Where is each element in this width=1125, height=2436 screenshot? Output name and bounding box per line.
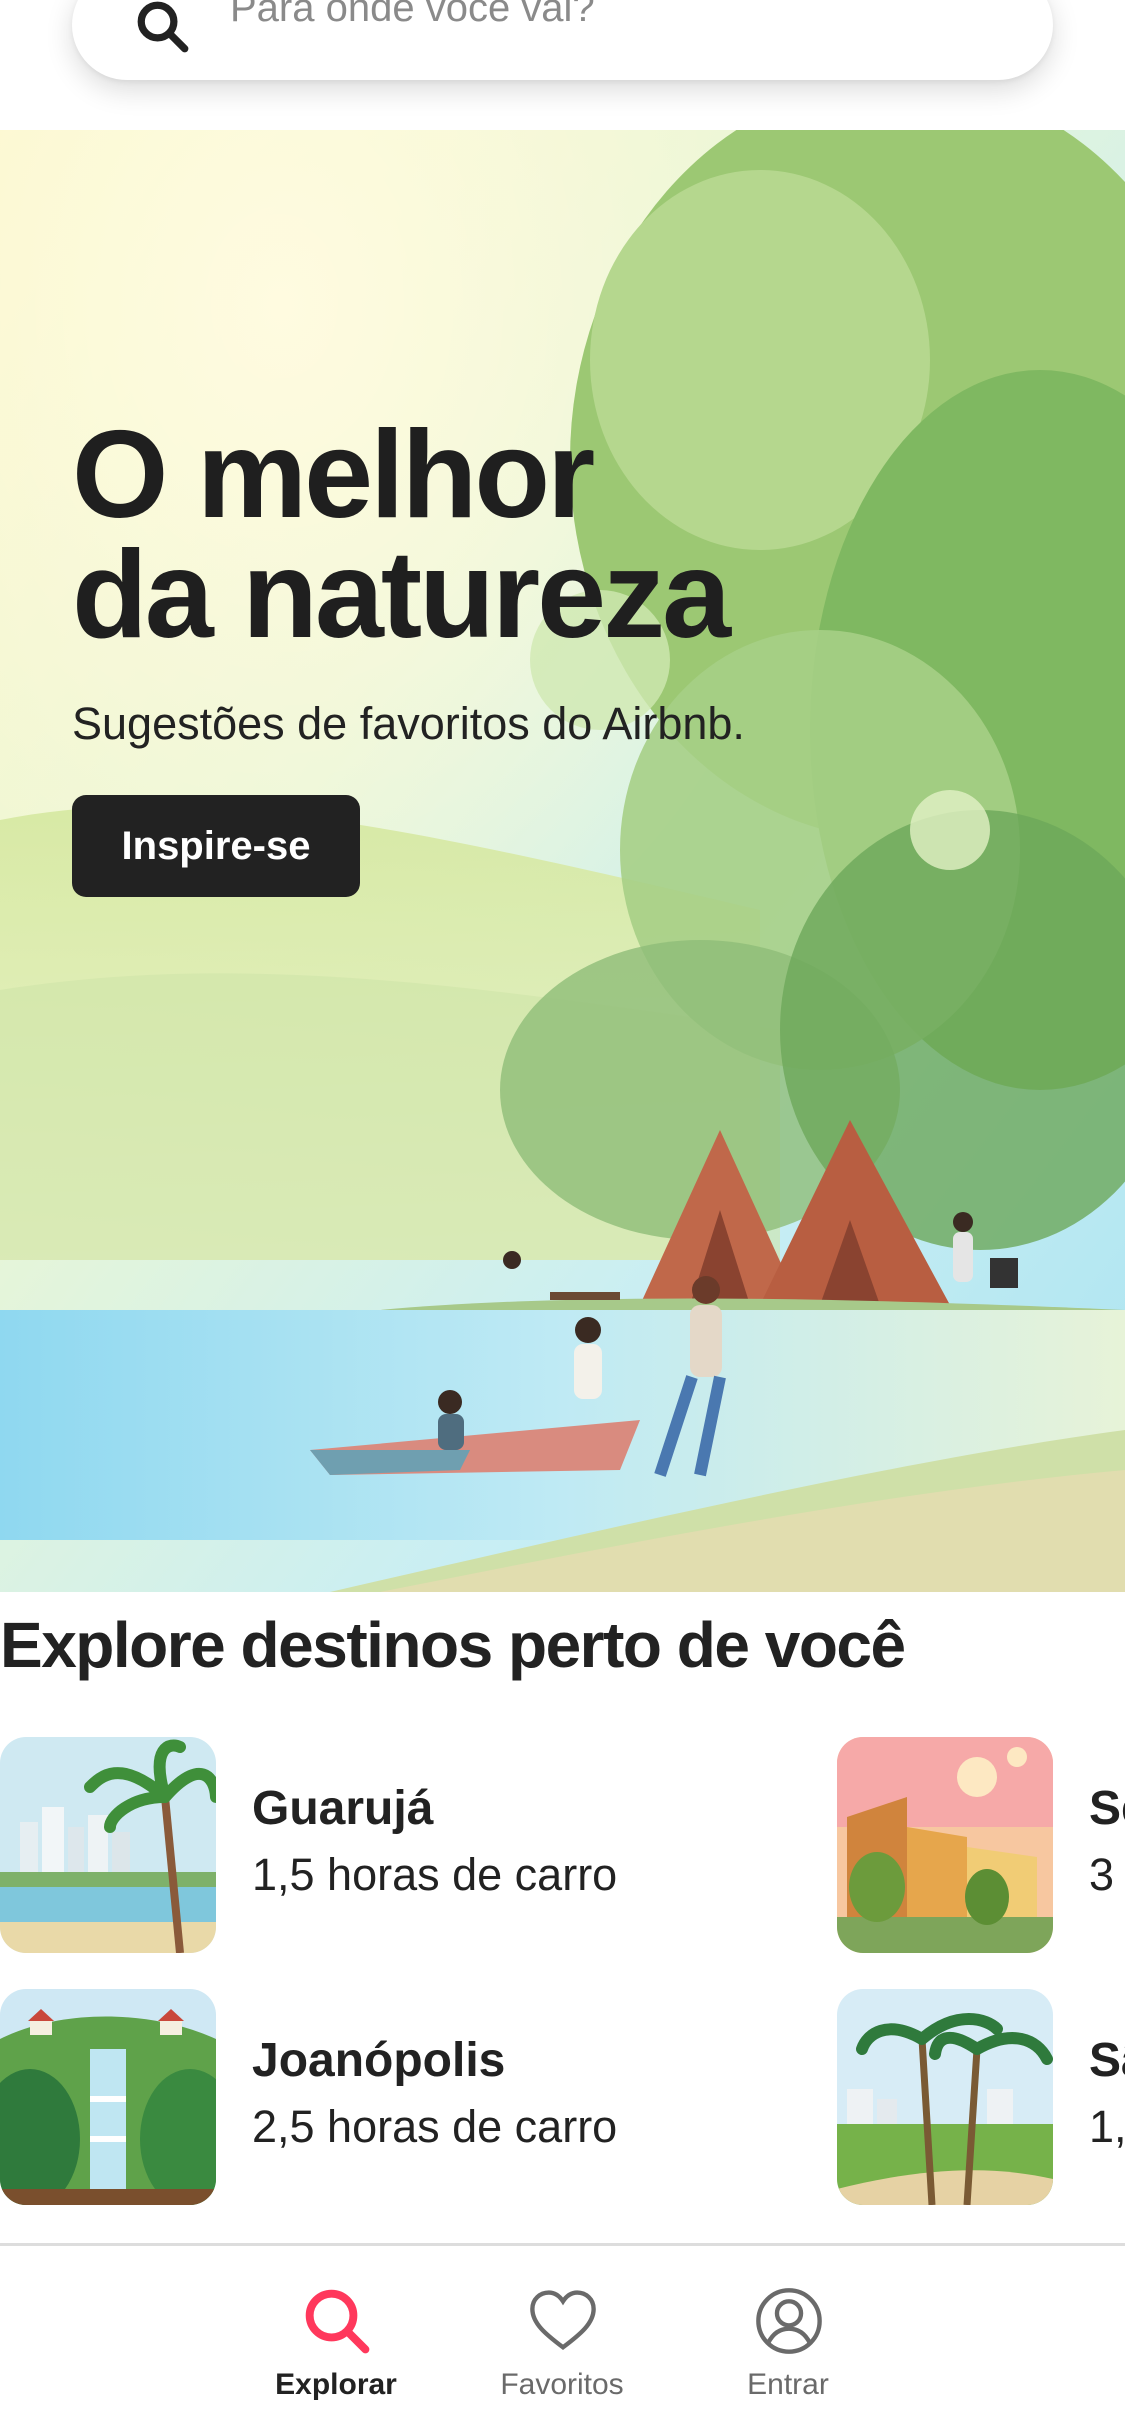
destination-thumbnail <box>837 1989 1053 2205</box>
search-bar[interactable]: Para onde você vai? <box>72 0 1053 80</box>
destination-card-3[interactable]: Se 3 <box>837 1737 1125 1955</box>
destination-distance: 2,5 horas de carro <box>252 2101 618 2152</box>
destination-name: Joanópolis <box>252 2034 506 2087</box>
destination-name: Se <box>1089 1782 1125 1835</box>
destination-distance: 1,5 <box>1089 2101 1125 2152</box>
hero-title-line-2: da natureza <box>72 526 731 664</box>
destination-thumbnail <box>0 1989 216 2205</box>
hero-title-line-1: O melhor <box>72 406 595 544</box>
destination-distance: 3 <box>1089 1849 1115 1900</box>
destination-thumbnail <box>837 1737 1053 1953</box>
section-title: Explore destinos perto de você <box>0 1609 906 1681</box>
search-area: Para onde você vai? <box>0 0 1125 130</box>
destination-name: Sã <box>1089 2034 1125 2087</box>
search-input[interactable]: Para onde você vai? <box>230 0 595 31</box>
destination-thumbnail <box>0 1737 216 1953</box>
hero-banner: O melhor da natureza Sugestões de favori… <box>0 130 1125 1592</box>
search-icon <box>137 1 189 53</box>
destination-distance: 1,5 horas de carro <box>252 1849 618 1900</box>
nav-label: Favoritos <box>500 2368 624 2401</box>
destination-card-joanopolis[interactable]: Joanópolis 2,5 horas de carro <box>0 1989 700 2207</box>
nav-favoritos[interactable]: Favoritos <box>462 2246 662 2436</box>
heart-icon <box>530 2290 596 2350</box>
bottom-nav: Explorar Favoritos Entrar <box>0 2243 1125 2436</box>
destination-name: Guarujá <box>252 1782 434 1835</box>
nav-explorar[interactable]: Explorar <box>236 2246 436 2436</box>
nav-label: Entrar <box>747 2368 829 2401</box>
destination-card-4[interactable]: Sã 1,5 <box>837 1989 1125 2207</box>
hero-subtitle: Sugestões de favoritos do Airbnb. <box>72 698 745 749</box>
user-circle-icon <box>756 2288 822 2354</box>
search-icon <box>305 2289 370 2354</box>
destination-card-guaruja[interactable]: Guarujá 1,5 horas de carro <box>0 1737 700 1955</box>
inspire-button[interactable]: Inspire-se <box>72 795 360 897</box>
hero-title: O melhor da natureza <box>72 406 972 664</box>
nav-label: Explorar <box>275 2368 397 2401</box>
nav-entrar[interactable]: Entrar <box>688 2246 888 2436</box>
